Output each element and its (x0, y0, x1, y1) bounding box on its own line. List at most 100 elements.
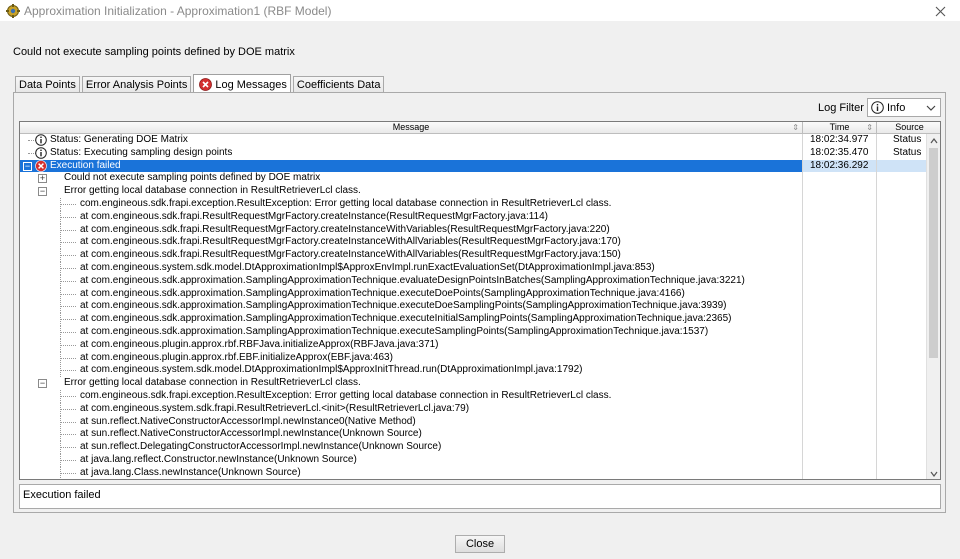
table-row[interactable]: at java.lang.reflect.Constructor.newInst… (20, 453, 928, 467)
tab-log-messages[interactable]: Log Messages (193, 74, 291, 94)
table-row[interactable]: at com.engineous.sdk.approximation.Sampl… (20, 313, 928, 326)
table-row[interactable]: Status: Generating DOE Matrix 18:02:34.97… (20, 134, 928, 147)
tab-data-points[interactable]: Data Points (15, 76, 80, 93)
message-text: at sun.reflect.NativeConstructorAccessor… (80, 415, 416, 427)
message-text: at com.engineous.plugin.approx.rbf.EBF.i… (80, 351, 393, 363)
time-cell: 18:02:35.470 (803, 146, 877, 160)
table-row[interactable]: at com.engineous.sdk.frapi.ResultRequest… (20, 223, 928, 237)
table-row[interactable]: at com.engineous.plugin.approx.rbf.EBF.i… (20, 351, 928, 365)
source-cell (877, 198, 928, 211)
table-row[interactable]: at com.engineous.system.sdk.model.DtAppr… (20, 261, 928, 275)
message-cell: − Execution failed (20, 159, 803, 173)
message-text: at java.lang.reflect.Constructor.newInst… (80, 453, 357, 465)
error-icon (199, 78, 213, 91)
table-row[interactable]: at com.engineous.system.sdk.model.DtAppr… (20, 364, 928, 378)
message-text: com.engineous.sdk.frapi.exception.Result… (80, 197, 612, 209)
column-label: Time (829, 122, 850, 132)
tree-connector (60, 280, 76, 282)
message-text: at com.engineous.sdk.approximation.Sampl… (80, 274, 745, 286)
table-row[interactable]: at com.engineous.sdk.frapi.ResultRequest… (20, 210, 928, 224)
source-cell: Status (893, 134, 922, 145)
source-cell: Status (893, 146, 922, 158)
scroll-up-icon[interactable] (929, 136, 939, 146)
table-row[interactable]: Status: Executing sampling design points… (20, 146, 928, 160)
log-table: Message ⇕ Time ⇕ Source Status: Generating… (19, 121, 941, 480)
time-cell (803, 415, 877, 429)
status-headline: Could not execute sampling points define… (13, 46, 295, 58)
source-cell (877, 211, 928, 224)
tab-coefficients-data[interactable]: Coefficients Data (292, 76, 385, 93)
message-text: Execution failed (50, 159, 121, 171)
time-cell (803, 325, 877, 339)
tree-connector (60, 472, 76, 474)
time-cell: 18:02:36.292 (803, 159, 877, 173)
window-close-button[interactable] (926, 0, 954, 22)
source-cell (877, 467, 928, 479)
table-row[interactable]: − Error getting local database connection… (20, 185, 928, 198)
message-text: at com.engineous.system.sdk.model.DtAppr… (80, 364, 583, 376)
scrollbar-thumb[interactable] (929, 148, 938, 358)
table-row[interactable]: com.engineous.sdk.frapi.exception.Result… (20, 389, 928, 403)
source-cell (877, 403, 928, 416)
message-cell: − Error getting local database connection… (20, 377, 803, 390)
table-row[interactable]: at com.engineous.system.sdk.frapi.Result… (20, 402, 928, 416)
collapse-icon[interactable]: − (38, 379, 47, 389)
table-row[interactable]: at sun.reflect.NativeConstructorAccessor… (20, 428, 928, 442)
message-detail-box[interactable]: Execution failed (19, 484, 941, 509)
tree-connector (60, 370, 76, 372)
message-text: at com.engineous.sdk.approximation.Sampl… (80, 287, 685, 299)
message-text: Could not execute sampling points define… (64, 172, 321, 184)
info-icon (35, 146, 47, 159)
table-row[interactable]: at com.engineous.sdk.approximation.Sampl… (20, 287, 928, 301)
log-messages-panel: Log Filter Info Message ⇕ Time ⇕ Source St… (13, 92, 946, 513)
tree-connector (60, 331, 76, 333)
time-cell (803, 313, 877, 326)
title-bar: Approximation Initialization - Approxima… (0, 0, 960, 22)
scroll-down-icon[interactable] (929, 469, 939, 479)
table-row[interactable]: + Could not execute sampling points defin… (20, 172, 928, 186)
column-label: Message (392, 122, 430, 132)
source-cell (877, 364, 928, 377)
source-cell (877, 288, 928, 301)
time-cell (803, 185, 877, 198)
column-header-time[interactable]: Time ⇕ (803, 122, 877, 134)
table-row[interactable]: at com.engineous.sdk.frapi.ResultRequest… (20, 236, 928, 250)
message-cell: at com.engineous.system.sdk.model.DtAppr… (20, 364, 803, 378)
log-filter-select[interactable]: Info (867, 98, 941, 117)
message-text: at com.engineous.sdk.approximation.Sampl… (80, 313, 732, 325)
vertical-scrollbar[interactable] (926, 134, 940, 479)
tree-connector (60, 466, 61, 479)
table-row[interactable]: at sun.reflect.DelegatingConstructorAcce… (20, 441, 928, 454)
table-row[interactable]: at com.engineous.sdk.approximation.Sampl… (20, 274, 928, 288)
tab-label: Coefficients Data (296, 79, 381, 91)
expand-icon[interactable]: + (38, 174, 47, 184)
table-row[interactable]: at com.engineous.plugin.approx.rbf.RBFJa… (20, 338, 928, 352)
tab-error-analysis-points[interactable]: Error Analysis Points (81, 76, 192, 93)
table-row[interactable]: at sun.reflect.NativeConstructorAccessor… (20, 415, 928, 429)
tree-connector (60, 313, 61, 326)
message-cell: at com.engineous.sdk.approximation.Sampl… (20, 325, 803, 339)
column-label: Source (895, 122, 924, 132)
table-row[interactable]: at com.engineous.sdk.approximation.Sampl… (20, 325, 928, 339)
tree-connector (60, 389, 61, 403)
time-cell (803, 338, 877, 352)
message-cell: at com.engineous.sdk.approximation.Sampl… (20, 287, 803, 301)
source-cell (877, 377, 928, 390)
message-cell: at com.engineous.sdk.frapi.ResultRequest… (20, 249, 803, 262)
table-row[interactable]: − Execution failed 18:02:36.292 (20, 159, 928, 173)
collapse-icon[interactable]: − (23, 161, 32, 171)
table-row[interactable]: at com.engineous.sdk.frapi.ResultRequest… (20, 249, 928, 262)
message-cell: at com.engineous.sdk.frapi.ResultRequest… (20, 210, 803, 224)
table-row[interactable]: − Error getting local database connection… (20, 377, 928, 390)
tree-connector (60, 364, 61, 378)
collapse-icon[interactable]: − (38, 187, 47, 197)
chevron-down-icon (926, 105, 936, 111)
message-text: com.engineous.sdk.frapi.exception.Result… (80, 389, 612, 401)
column-header-message[interactable]: Message ⇕ (20, 122, 803, 134)
table-row[interactable]: at com.engineous.sdk.approximation.Sampl… (20, 300, 928, 314)
table-row[interactable]: at java.lang.Class.newInstance(Unknown S… (20, 466, 928, 479)
close-button[interactable]: Close (455, 535, 505, 553)
table-row[interactable]: com.engineous.sdk.frapi.exception.Result… (20, 197, 928, 211)
column-header-source[interactable]: Source (877, 122, 940, 134)
time-cell (803, 223, 877, 237)
